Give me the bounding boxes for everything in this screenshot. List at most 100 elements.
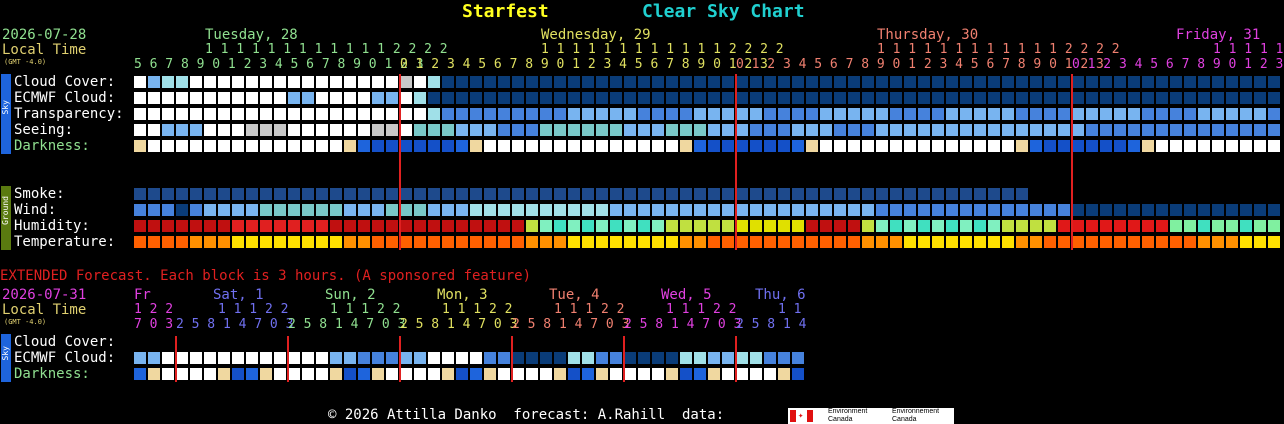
extended-block (428, 352, 440, 364)
extended-block (316, 368, 328, 380)
extended-block (568, 368, 580, 380)
extended-block (750, 352, 762, 364)
extended-block (162, 368, 174, 380)
extended-block (596, 352, 608, 364)
ext-day-separator (175, 336, 177, 382)
extended-block (750, 368, 762, 380)
extended-block (148, 368, 160, 380)
extended-block (148, 352, 160, 364)
extended-block (526, 368, 538, 380)
extended-block (778, 352, 790, 364)
extended-block (302, 368, 314, 380)
extended-block (372, 352, 384, 364)
ext-day-separator (511, 336, 513, 382)
extended-block (260, 368, 272, 380)
extended-block (792, 368, 804, 380)
extended-forecast-grid (0, 0, 1284, 390)
extended-block (638, 368, 650, 380)
extended-block (764, 352, 776, 364)
extended-block (722, 368, 734, 380)
extended-block (218, 352, 230, 364)
extended-block (778, 368, 790, 380)
extended-block (330, 368, 342, 380)
extended-block (484, 368, 496, 380)
extended-block (330, 352, 342, 364)
ext-day-separator (735, 336, 737, 382)
extended-block (204, 352, 216, 364)
extended-block (708, 352, 720, 364)
extended-block (302, 352, 314, 364)
extended-block (554, 368, 566, 380)
extended-block (134, 368, 146, 380)
environment-canada-logo[interactable]: ✦ Environment Canada Environnement Canad… (788, 408, 954, 424)
extended-block (582, 368, 594, 380)
extended-block (288, 352, 300, 364)
extended-block (358, 368, 370, 380)
extended-block (414, 352, 426, 364)
extended-block (274, 352, 286, 364)
extended-block (344, 352, 356, 364)
extended-block (134, 352, 146, 364)
extended-block (274, 368, 286, 380)
extended-block (736, 368, 748, 380)
extended-block (386, 368, 398, 380)
extended-block (666, 352, 678, 364)
extended-block (176, 352, 188, 364)
extended-block (764, 368, 776, 380)
ext-day-separator (399, 336, 401, 382)
extended-block (652, 368, 664, 380)
extended-block (204, 368, 216, 380)
extended-block (666, 368, 678, 380)
extended-block (792, 352, 804, 364)
extended-block (694, 368, 706, 380)
extended-block (610, 368, 622, 380)
extended-block (288, 368, 300, 380)
extended-block (484, 352, 496, 364)
extended-block (246, 352, 258, 364)
extended-block (162, 352, 174, 364)
extended-block (736, 352, 748, 364)
extended-block (540, 368, 552, 380)
ext-day-separator (287, 336, 289, 382)
extended-block (638, 352, 650, 364)
extended-block (190, 368, 202, 380)
extended-block (568, 352, 580, 364)
extended-block (582, 352, 594, 364)
extended-block (218, 368, 230, 380)
extended-block (344, 368, 356, 380)
extended-block (442, 368, 454, 380)
extended-block (624, 368, 636, 380)
extended-block (498, 368, 510, 380)
extended-block (372, 368, 384, 380)
extended-block (400, 368, 412, 380)
ext-day-separator (623, 336, 625, 382)
extended-block (694, 352, 706, 364)
extended-block (386, 352, 398, 364)
extended-block (722, 352, 734, 364)
extended-block (470, 352, 482, 364)
extended-block (512, 352, 524, 364)
extended-block (554, 352, 566, 364)
extended-block (526, 352, 538, 364)
extended-block (232, 352, 244, 364)
extended-block (358, 352, 370, 364)
extended-block (652, 352, 664, 364)
extended-block (316, 352, 328, 364)
extended-block (680, 368, 692, 380)
extended-block (232, 368, 244, 380)
extended-block (708, 368, 720, 380)
extended-block (540, 352, 552, 364)
extended-block (456, 352, 468, 364)
extended-block (596, 368, 608, 380)
extended-block (680, 352, 692, 364)
extended-block (176, 368, 188, 380)
extended-block (428, 368, 440, 380)
extended-block (512, 368, 524, 380)
extended-block (442, 352, 454, 364)
footer-credits: © 2026 Attilla Danko forecast: A.Rahill … (328, 407, 725, 423)
extended-block (610, 352, 622, 364)
extended-block (498, 352, 510, 364)
extended-block (624, 352, 636, 364)
extended-block (470, 368, 482, 380)
extended-block (414, 368, 426, 380)
